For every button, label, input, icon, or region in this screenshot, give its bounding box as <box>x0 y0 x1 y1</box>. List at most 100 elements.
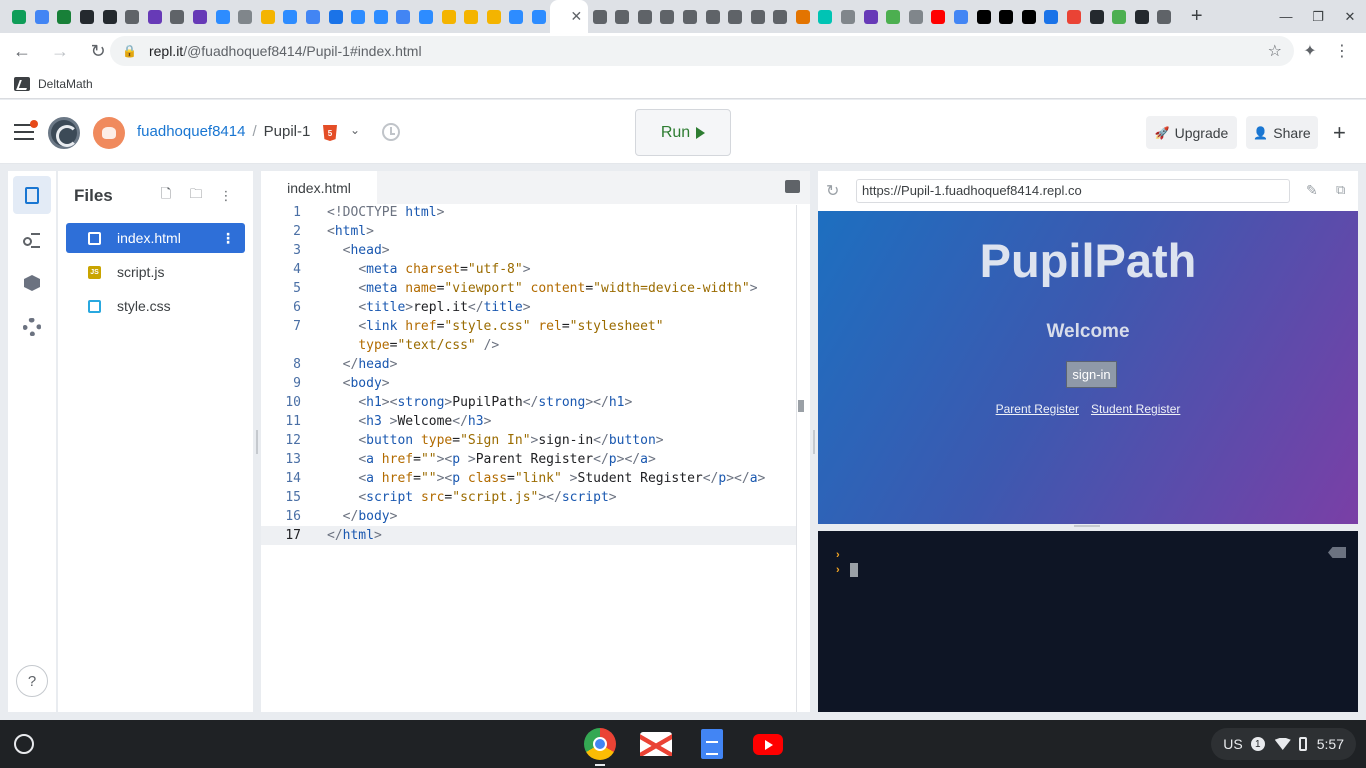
browser-tab[interactable] <box>633 0 656 33</box>
launcher-icon[interactable] <box>14 734 34 754</box>
browser-tab[interactable] <box>837 0 860 33</box>
open-new-tab-icon[interactable]: ⧉ <box>1336 182 1345 198</box>
browser-tab[interactable] <box>905 0 928 33</box>
browser-tab[interactable] <box>859 0 882 33</box>
extensions-icon[interactable]: ✦ <box>1294 35 1326 67</box>
panel-resize-handle[interactable] <box>256 430 258 454</box>
sidebar-item-packages[interactable] <box>13 264 51 302</box>
browser-tab[interactable] <box>234 0 257 33</box>
browser-tab[interactable] <box>324 0 347 33</box>
browser-tab[interactable] <box>437 0 460 33</box>
help-button[interactable]: ? <box>16 665 48 697</box>
browser-tab[interactable] <box>8 0 31 33</box>
add-file-icon[interactable]: 🗋 <box>151 186 181 205</box>
console[interactable]: › › <box>818 531 1358 712</box>
browser-tab[interactable] <box>415 0 438 33</box>
username-link[interactable]: fuadhoquef8414 <box>137 123 245 140</box>
upgrade-button[interactable]: 🚀 Upgrade <box>1146 116 1237 149</box>
browser-tab[interactable] <box>31 0 54 33</box>
sidebar-item-version-control[interactable] <box>13 220 51 258</box>
browser-menu-icon[interactable]: ⋮ <box>1326 35 1358 67</box>
chevron-down-icon[interactable]: ⌄ <box>350 123 360 137</box>
browser-tab[interactable] <box>189 0 212 33</box>
maximize-icon[interactable]: ❐ <box>1302 0 1334 33</box>
browser-tab[interactable] <box>460 0 483 33</box>
browser-tab[interactable] <box>1063 0 1086 33</box>
browser-tab[interactable] <box>257 0 280 33</box>
plus-icon[interactable]: + <box>1333 120 1346 146</box>
console-resize-handle[interactable] <box>1074 525 1100 527</box>
browser-tab[interactable] <box>995 0 1018 33</box>
browser-tab[interactable] <box>679 0 702 33</box>
browser-tab[interactable] <box>882 0 905 33</box>
browser-tab[interactable] <box>814 0 837 33</box>
status-tray[interactable]: US 1 5:57 <box>1211 728 1356 760</box>
back-icon[interactable]: ← <box>6 35 38 67</box>
browser-tab[interactable] <box>211 0 234 33</box>
editor-scroll-thumb[interactable] <box>798 400 804 412</box>
bookmark-star-icon[interactable]: ☆ <box>1268 41 1282 61</box>
forward-icon[interactable]: → <box>44 35 76 67</box>
edit-icon[interactable]: ✎ <box>1306 182 1318 199</box>
new-tab-button[interactable]: + <box>1182 5 1212 28</box>
browser-tab[interactable] <box>972 0 995 33</box>
browser-tab[interactable] <box>166 0 189 33</box>
browser-tab[interactable] <box>144 0 167 33</box>
gmail-app[interactable] <box>640 728 672 760</box>
sign-in-button[interactable]: sign-in <box>1066 361 1117 388</box>
browser-tab[interactable] <box>701 0 724 33</box>
close-tab-icon[interactable]: ✕ <box>571 8 583 25</box>
address-bar[interactable]: 🔒 repl.it/@fuadhoquef8414/Pupil-1#index.… <box>110 36 1294 66</box>
parent-register-link[interactable]: Parent Register <box>996 402 1079 416</box>
browser-tab[interactable] <box>656 0 679 33</box>
file-menu-icon[interactable]: ⋮ <box>221 230 235 247</box>
browser-tab[interactable] <box>392 0 415 33</box>
browser-tab[interactable] <box>302 0 325 33</box>
browser-tab[interactable] <box>1040 0 1063 33</box>
file-item-index-html[interactable]: index.html ⋮ <box>66 223 245 253</box>
browser-tab[interactable] <box>1131 0 1154 33</box>
student-register-link[interactable]: Student Register <box>1091 402 1180 416</box>
minimize-icon[interactable]: — <box>1270 0 1302 33</box>
browser-tab[interactable] <box>1018 0 1041 33</box>
browser-tab[interactable] <box>370 0 393 33</box>
browser-tab-active[interactable]: ✕ <box>550 0 589 33</box>
youtube-app[interactable] <box>752 728 784 760</box>
replit-logo-icon[interactable] <box>48 117 80 149</box>
browser-tab[interactable] <box>724 0 747 33</box>
browser-tab[interactable] <box>588 0 611 33</box>
browser-tab[interactable] <box>121 0 144 33</box>
editor-scrollbar[interactable] <box>796 205 797 712</box>
history-icon[interactable] <box>382 123 400 141</box>
avatar[interactable] <box>93 117 125 149</box>
add-folder-icon[interactable]: 🗀 <box>181 186 211 205</box>
browser-tab[interactable] <box>279 0 302 33</box>
sidebar-item-files[interactable] <box>13 176 51 214</box>
project-name[interactable]: Pupil-1 <box>264 123 311 140</box>
tab-index-html[interactable]: index.html <box>261 171 377 204</box>
browser-tab[interactable] <box>611 0 634 33</box>
bookmark-deltamath[interactable]: DeltaMath <box>38 77 93 91</box>
browser-tab[interactable] <box>528 0 551 33</box>
webview-url-field[interactable]: https://Pupil-1.fuadhoquef8414.repl.co <box>856 179 1290 203</box>
files-menu-icon[interactable]: ⋮ <box>211 187 241 205</box>
browser-tab[interactable] <box>1108 0 1131 33</box>
browser-tab[interactable] <box>76 0 99 33</box>
sidebar-item-settings[interactable] <box>13 308 51 346</box>
browser-tab[interactable] <box>347 0 370 33</box>
file-item-style-css[interactable]: style.css <box>66 291 245 321</box>
share-button[interactable]: 👤 Share <box>1246 116 1318 149</box>
browser-tab[interactable] <box>53 0 76 33</box>
panel-resize-handle[interactable] <box>813 430 815 454</box>
hamburger-menu-icon[interactable] <box>14 120 38 140</box>
browser-tab[interactable] <box>505 0 528 33</box>
editor-menu-icon[interactable] <box>785 180 800 193</box>
docs-app[interactable] <box>696 728 728 760</box>
browser-tab[interactable] <box>746 0 769 33</box>
browser-tab[interactable] <box>98 0 121 33</box>
browser-tab[interactable] <box>482 0 505 33</box>
browser-tab[interactable] <box>950 0 973 33</box>
browser-tab[interactable] <box>1085 0 1108 33</box>
file-item-script-js[interactable]: JS script.js <box>66 257 245 287</box>
clear-console-icon[interactable] <box>1328 547 1346 558</box>
